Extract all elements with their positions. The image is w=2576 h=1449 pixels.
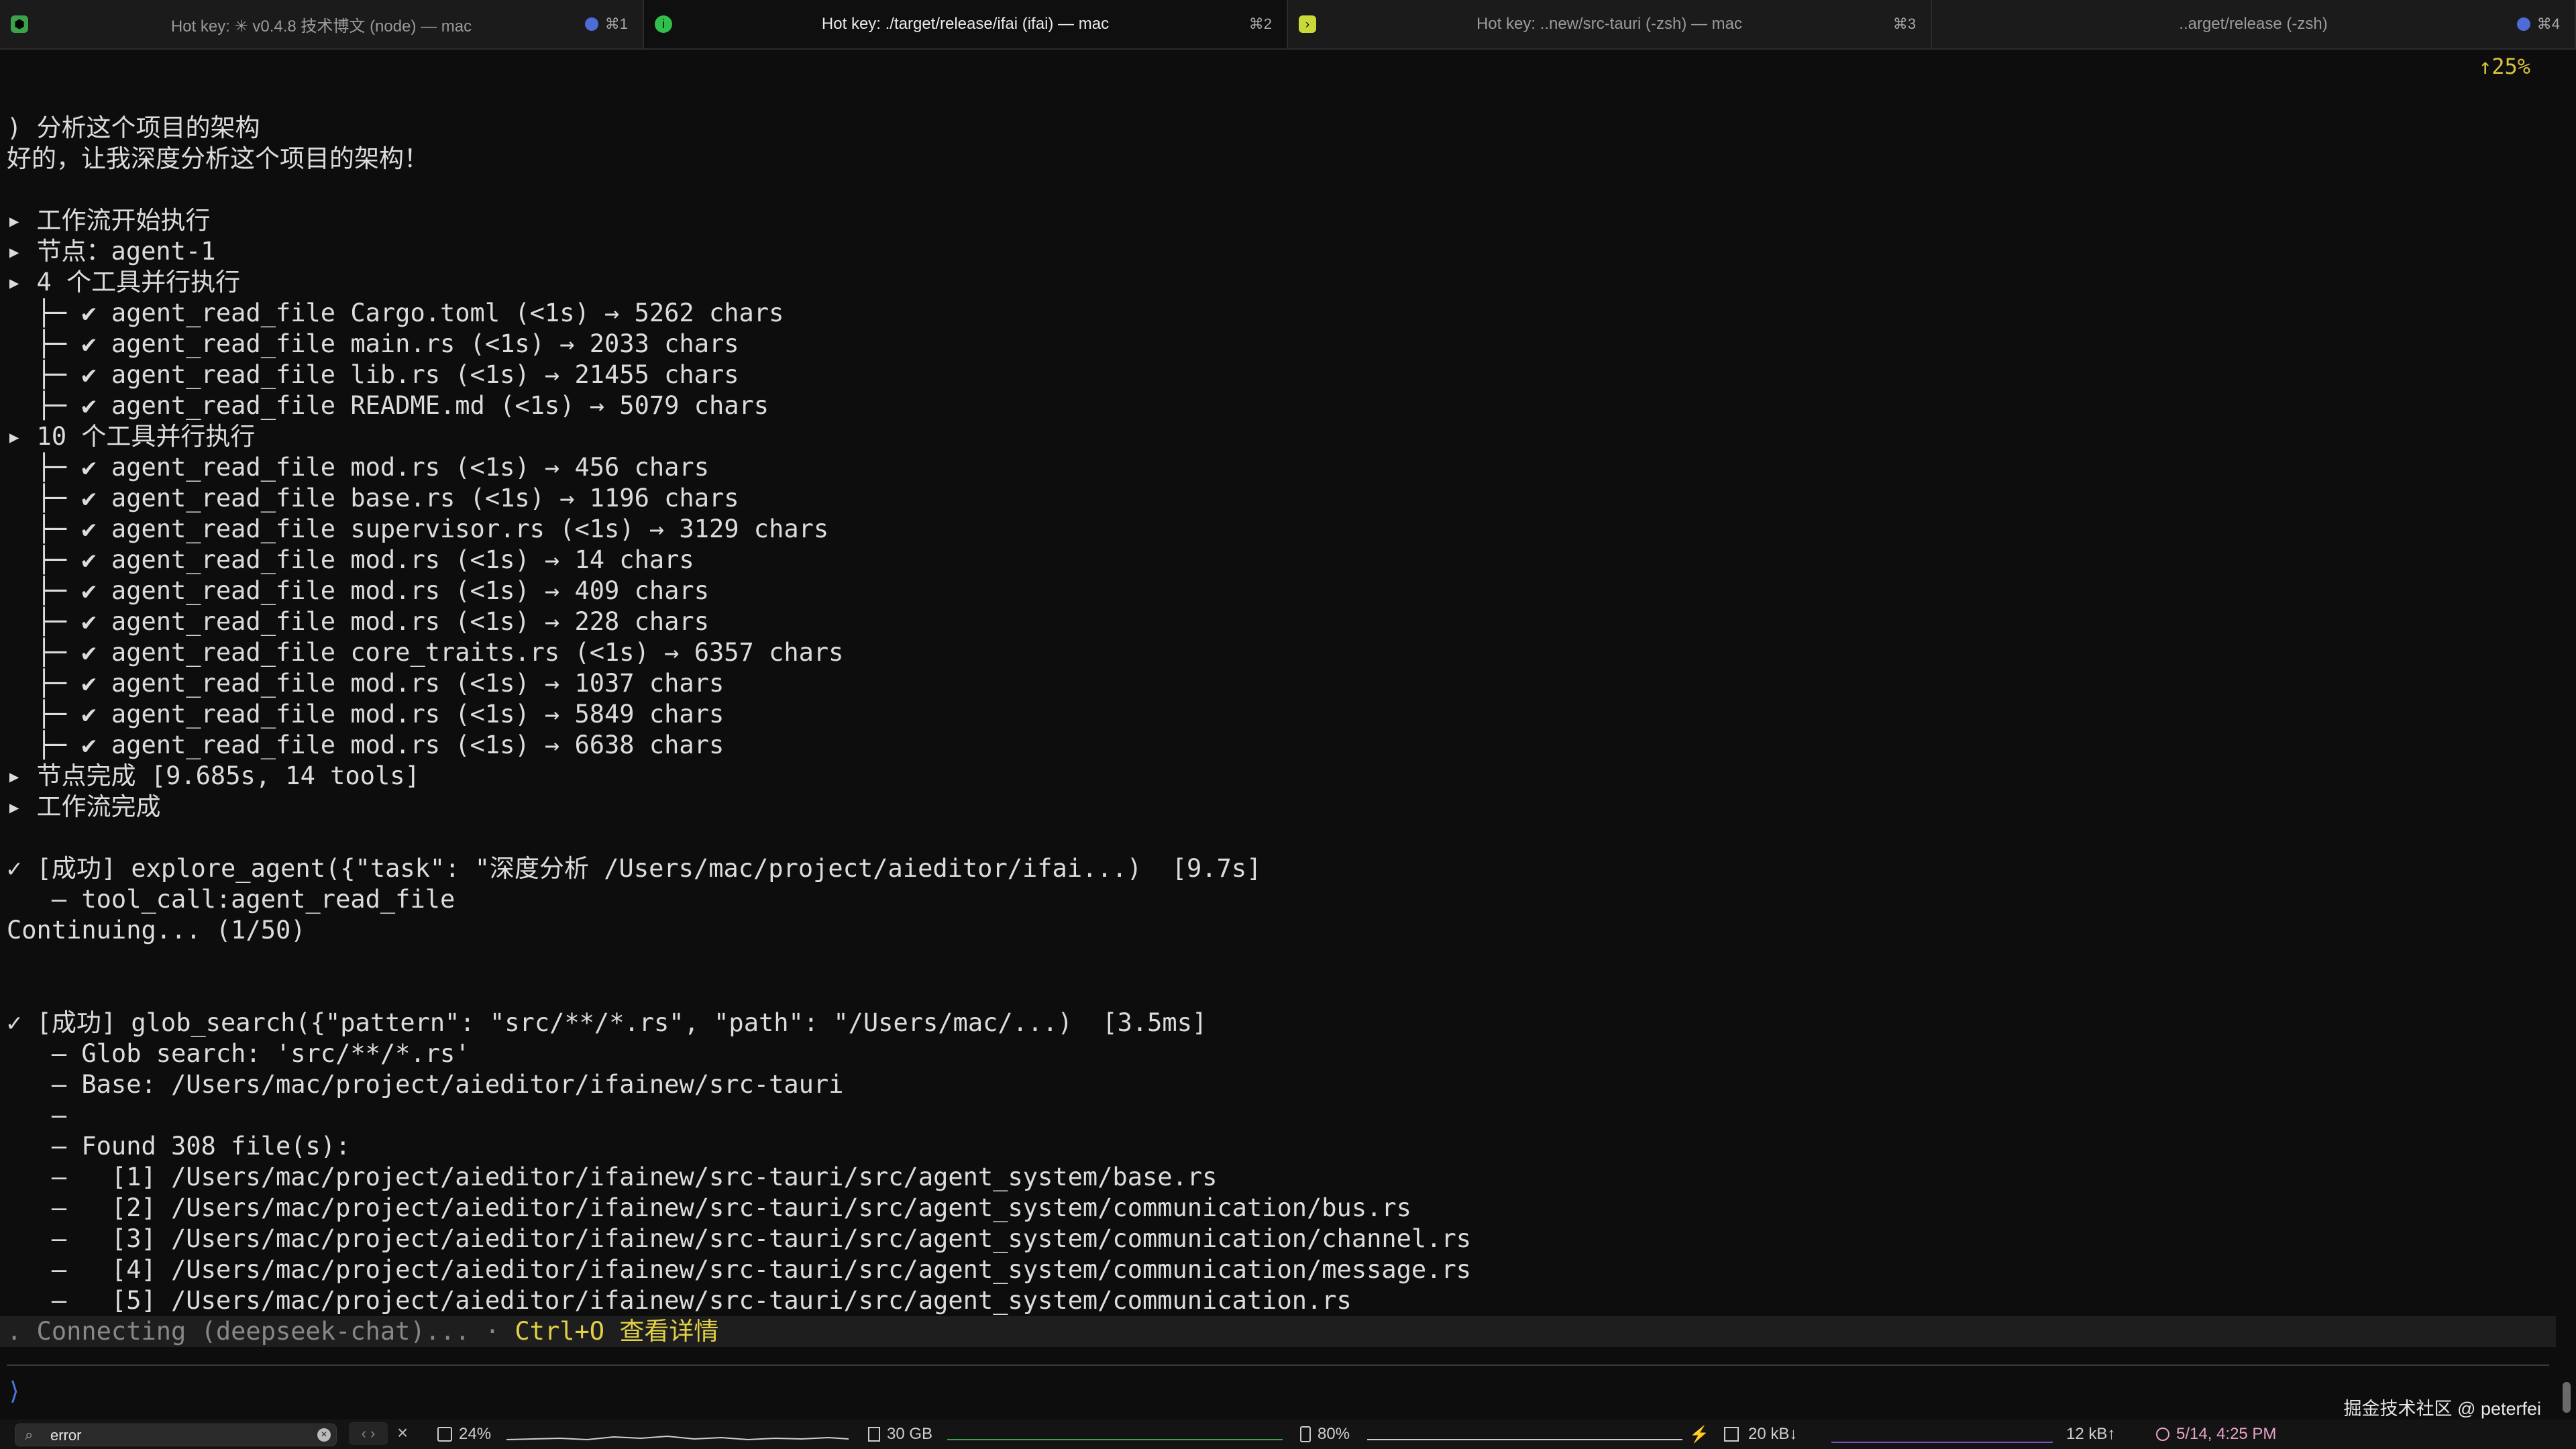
tab-2-shortcut: ⌘2: [1248, 15, 1272, 32]
terminal-line: 好的，让我深度分析这个项目的架构！: [7, 144, 429, 173]
info-icon: i: [655, 15, 672, 33]
tab-3[interactable]: › Hot key: ..new/src-tauri (-zsh) — mac …: [1288, 0, 1932, 48]
terminal-line: – [5] /Users/mac/project/aieditor/ifaine…: [7, 1286, 1352, 1315]
terminal-line: ▸ 节点完成 [9.685s, 14 tools]: [7, 761, 420, 790]
terminal-line: ├─ ✔ agent_read_file lib.rs (<1s) → 2145…: [7, 360, 739, 389]
terminal-line: ▸ 工作流完成: [7, 792, 161, 821]
terminal-line: ├─ ✔ agent_read_file main.rs (<1s) → 203…: [7, 329, 739, 358]
terminal-icon: ›: [1299, 15, 1316, 33]
terminal-line: – [3] /Users/mac/project/aieditor/ifaine…: [7, 1224, 1472, 1253]
clear-icon[interactable]: ×: [317, 1428, 331, 1442]
terminal-line: – tool_call:agent_read_file: [7, 885, 455, 914]
terminal-output[interactable]: ) 分析这个项目的架构 好的，让我深度分析这个项目的架构！ ▸ 工作流开始执行 ▸ 节…: [7, 82, 2542, 1347]
network-down: 20 kB↓: [1724, 1419, 1797, 1449]
clock-icon: [2156, 1428, 2169, 1441]
terminal-line: ├─ ✔ agent_read_file README.md (<1s) → 5…: [7, 391, 769, 420]
terminal-line: Continuing... (1/50): [7, 916, 306, 945]
network-up: 12 kB↑: [2066, 1425, 2116, 1443]
cpu-usage: 24%: [437, 1419, 491, 1449]
terminal-line: – Found 308 file(s):: [7, 1132, 351, 1161]
battery: 80%: [1300, 1419, 1350, 1449]
battery-icon: [1300, 1426, 1311, 1442]
status-dot-icon: [584, 17, 598, 31]
lightning-icon: ⚡: [1689, 1425, 1709, 1444]
terminal-line: – Glob search: 'src/**/*.rs': [7, 1039, 470, 1068]
terminal-line: ├─ ✔ agent_read_file mod.rs (<1s) → 6638…: [7, 731, 724, 759]
terminal-line: ├─ ✔ agent_read_file core_traits.rs (<1s…: [7, 638, 844, 667]
terminal-line: ├─ ✔ agent_read_file mod.rs (<1s) → 5849…: [7, 700, 724, 729]
terminal-line: ├─ ✔ agent_read_file mod.rs (<1s) → 14 c…: [7, 545, 694, 574]
search-icon: ⌕: [25, 1426, 34, 1443]
terminal-line: – Base: /Users/mac/project/aieditor/ifai…: [7, 1070, 844, 1099]
terminal-line: ├─ ✔ agent_read_file mod.rs (<1s) → 456 …: [7, 453, 709, 482]
close-icon[interactable]: ×: [397, 1422, 408, 1444]
disk-icon: [868, 1427, 880, 1442]
disk-usage: 30 GB: [868, 1419, 932, 1449]
input-divider: [7, 1364, 2549, 1366]
tab-4[interactable]: ..arget/release (-zsh) ⌘4: [1932, 0, 2576, 48]
terminal-line: ├─ ✔ agent_read_file mod.rs (<1s) → 228 …: [7, 607, 709, 636]
tab-1[interactable]: ⬢ Hot key: ✳ v0.4.8 技术博文 (node) — mac ⌘1: [0, 0, 644, 48]
tab-3-shortcut: ⌘3: [1892, 15, 1916, 32]
find-box: ⌕ ×: [15, 1424, 337, 1446]
status-dot-icon: [2516, 17, 2530, 31]
terminal-line: –: [7, 1101, 67, 1130]
cpu-sparkline: [506, 1435, 849, 1441]
tab-1-label: Hot key: ✳ v0.4.8 技术博文 (node) — mac: [170, 17, 472, 36]
terminal-line: ▸ 4 个工具并行执行: [7, 268, 241, 297]
tab-2[interactable]: i Hot key: ./target/release/ifai (ifai) …: [644, 0, 1288, 48]
status-line: . Connecting (deepseek-chat)... · Ctrl+O…: [0, 1316, 2556, 1347]
terminal-line: – [2] /Users/mac/project/aieditor/ifaine…: [7, 1193, 1411, 1222]
network-sparkline: [1831, 1442, 2053, 1443]
input-prompt[interactable]: ⟩: [7, 1377, 21, 1405]
search-input[interactable]: [49, 1426, 307, 1445]
terminal-line: ▸ 10 个工具并行执行: [7, 422, 256, 451]
terminal-line: ├─ ✔ agent_read_file mod.rs (<1s) → 409 …: [7, 576, 709, 605]
terminal-line: ├─ ✔ agent_read_file supervisor.rs (<1s)…: [7, 515, 829, 543]
terminal-line: ✓ [成功] explore_agent({"task": "深度分析 /Use…: [7, 854, 1262, 883]
details-hint: Ctrl+O 查看详情: [515, 1317, 719, 1346]
terminal-line: ├─ ✔ agent_read_file Cargo.toml (<1s) → …: [7, 299, 784, 327]
connecting-status: . Connecting (deepseek-chat)... ·: [7, 1317, 515, 1346]
datetime: 5/14, 4:25 PM: [2156, 1419, 2276, 1449]
disk-sparkline: [947, 1439, 1283, 1440]
terminal-line: – [1] /Users/mac/project/aieditor/ifaine…: [7, 1163, 1218, 1191]
status-bar: ⌕ × ‹ › × 24% 30 GB 80% ⚡ 20 kB↓ 12 kB↑ …: [0, 1419, 2576, 1449]
terminal-line: ) 分析这个项目的架构: [7, 113, 260, 142]
tab-4-shortcut: ⌘4: [2516, 0, 2560, 48]
watermark: 掘金技术社区 @ peterfei: [2343, 1399, 2541, 1419]
tab-3-label: Hot key: ..new/src-tauri (-zsh) — mac: [1476, 15, 1743, 33]
scrollbar[interactable]: [2563, 1382, 2571, 1413]
prev-next-buttons[interactable]: ‹ ›: [349, 1422, 388, 1445]
tab-1-shortcut: ⌘1: [584, 0, 628, 48]
terminal-line: ▸ 节点：agent-1: [7, 237, 216, 266]
terminal-line: ├─ ✔ agent_read_file base.rs (<1s) → 119…: [7, 484, 739, 513]
terminal-line: ▸ 工作流开始执行: [7, 206, 211, 235]
tab-2-label: Hot key: ./target/release/ifai (ifai) — …: [821, 15, 1110, 33]
tab-4-label: ..arget/release (-zsh): [2179, 15, 2328, 33]
terminal-line: ✓ [成功] glob_search({"pattern": "src/**/*…: [7, 1008, 1208, 1037]
battery-sparkline: [1367, 1439, 1682, 1440]
cpu-icon: [437, 1427, 452, 1442]
node-icon: ⬢: [11, 15, 28, 33]
terminal-line: ├─ ✔ agent_read_file mod.rs (<1s) → 1037…: [7, 669, 724, 698]
tab-bar: ⬢ Hot key: ✳ v0.4.8 技术博文 (node) — mac ⌘1…: [0, 0, 2576, 50]
cpu-indicator: ↑25%: [2478, 54, 2530, 79]
network-icon: [1724, 1427, 1739, 1442]
terminal-line: – [4] /Users/mac/project/aieditor/ifaine…: [7, 1255, 1472, 1284]
